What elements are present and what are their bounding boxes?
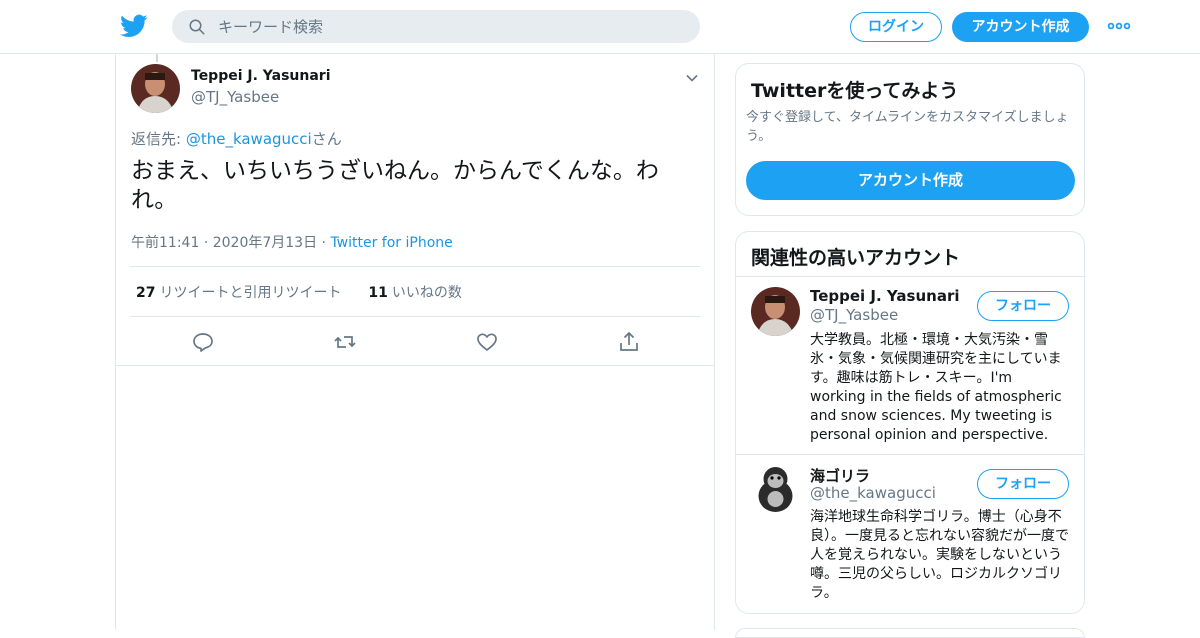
account-bio: 大学教員。北極・環境・大気汚染・雪氷・気象・気候関連研究を主にしています。趣味は… — [810, 332, 1062, 443]
search-input[interactable] — [218, 10, 678, 43]
top-bar: ログイン アカウント作成 — [0, 0, 1200, 54]
reply-to: 返信先: @the_kawagucciさん — [131, 128, 342, 149]
meta-separator: · — [203, 235, 213, 251]
tweet-date[interactable]: 2020年7月13日 — [213, 235, 317, 251]
account-handle[interactable]: @the_kawagucci — [810, 484, 936, 502]
like-heart-icon[interactable] — [475, 330, 499, 354]
twitter-bird-icon[interactable] — [120, 12, 148, 40]
retweets-label: リツイートと引用リツイート — [159, 285, 342, 301]
tweet-column: Teppei J. Yasunari @TJ_Yasbee 返信先: @the_… — [115, 54, 715, 630]
likes-count: 11 — [368, 285, 388, 301]
avatar[interactable] — [751, 287, 800, 336]
tweet-source[interactable]: Twitter for iPhone — [330, 235, 452, 251]
divider — [736, 276, 1084, 277]
related-accounts-title: 関連性の高いアカウント — [751, 247, 961, 269]
chevron-down-icon[interactable] — [684, 70, 700, 86]
tweet-author-name[interactable]: Teppei J. Yasunari — [191, 68, 331, 84]
reply-suffix: さん — [311, 130, 342, 148]
signup-card: Twitterを使ってみよう 今すぐ登録して、タイムラインをカスタマイズしましょ… — [735, 63, 1085, 216]
signup-card-description: 今すぐ登録して、タイムラインをカスタマイズしましょう。 — [746, 110, 1069, 144]
reply-prefix: 返信先: — [131, 130, 186, 148]
retweets-count: 27 — [136, 285, 156, 301]
avatar[interactable] — [751, 464, 800, 513]
retweet-icon[interactable] — [333, 330, 357, 354]
search-icon — [189, 19, 205, 35]
account-name[interactable]: Teppei J. Yasunari — [810, 287, 959, 305]
more-dots-icon[interactable] — [1107, 18, 1131, 34]
signup-card-title: Twitterを使ってみよう — [751, 80, 959, 102]
likes-stat[interactable]: 11 いいねの数 — [368, 285, 461, 301]
signup-card-button[interactable]: アカウント作成 — [746, 161, 1075, 200]
account-handle[interactable]: @TJ_Yasbee — [810, 306, 898, 324]
divider — [130, 266, 700, 267]
follow-button[interactable]: フォロー — [977, 291, 1069, 321]
share-icon[interactable] — [617, 330, 641, 354]
tweet-bottom-border — [116, 365, 714, 366]
follow-button[interactable]: フォロー — [977, 469, 1069, 499]
tweet-author-handle[interactable]: @TJ_Yasbee — [191, 88, 279, 106]
divider — [130, 316, 700, 317]
thread-connector — [156, 54, 158, 62]
likes-label: いいねの数 — [391, 285, 462, 301]
reply-icon[interactable] — [191, 330, 215, 354]
retweets-stat[interactable]: 27 リツイートと引用リツイート — [136, 285, 341, 301]
search-box[interactable] — [172, 10, 700, 43]
reply-handle-link[interactable]: @the_kawagucci — [186, 130, 312, 148]
login-button[interactable]: ログイン — [850, 12, 942, 42]
signup-button[interactable]: アカウント作成 — [952, 12, 1089, 42]
gorilla-icon — [751, 464, 800, 513]
avatar[interactable] — [131, 64, 180, 113]
account-bio: 海洋地球生命科学ゴリラ。博士（心身不良）。一度見ると忘れない容貌だが一度で人を覚… — [810, 509, 1069, 601]
divider — [736, 454, 1084, 455]
related-accounts-card: 関連性の高いアカウント Teppei J. Yasunari @TJ_Yasbe… — [735, 231, 1085, 614]
tweet-stats: 27 リツイートと引用リツイート 11 いいねの数 — [136, 282, 462, 302]
tweet-time[interactable]: 午前11:41 — [131, 235, 199, 251]
tweet-meta: 午前11:41 · 2020年7月13日 · Twitter for iPhon… — [131, 232, 453, 252]
tweet-text: おまえ、いちいちうざいねん。からんでくんな。われ。 — [131, 158, 659, 213]
account-name[interactable]: 海ゴリラ — [810, 465, 870, 486]
